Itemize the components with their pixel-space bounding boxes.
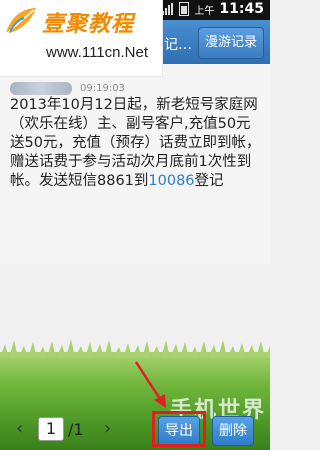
- message-body: 2013年10月12日起，新老短号家庭网（欢乐在线）主、副号客户,充值50元送5…: [10, 96, 264, 191]
- grass-blades-icon: [0, 339, 270, 358]
- sender-redacted: [10, 82, 72, 95]
- signal-icon: [162, 3, 174, 15]
- message-time: 09:19:03: [80, 83, 125, 94]
- status-time: 11:45: [219, 1, 264, 17]
- prev-page-icon[interactable]: ‹: [16, 418, 23, 439]
- leaf-logo-icon: [5, 8, 36, 35]
- export-highlight-box: [152, 411, 206, 447]
- roam-records-button[interactable]: 漫游记录: [197, 27, 264, 59]
- page-total: /1: [68, 420, 84, 439]
- next-page-icon[interactable]: ›: [104, 418, 111, 439]
- logo-brand: 壹聚教程: [42, 12, 135, 37]
- message-text-end: 登记: [194, 173, 224, 189]
- battery-icon: [179, 2, 190, 16]
- page-title: 记…: [164, 37, 192, 53]
- phone-number-link[interactable]: 10086: [148, 173, 194, 189]
- logo-watermark: 壹聚教程 www.111cn.Net: [0, 0, 163, 77]
- logo-url: www.111cn.Net: [46, 44, 148, 61]
- delete-button[interactable]: 删除: [212, 416, 254, 446]
- page-number-input[interactable]: 1: [38, 417, 64, 441]
- message-item[interactable]: 09:19:03 2013年10月12日起，新老短号家庭网（欢乐在线）主、副号客…: [0, 64, 270, 264]
- status-ampm: 上午: [194, 5, 215, 17]
- annotation-arrow-icon: [134, 361, 166, 408]
